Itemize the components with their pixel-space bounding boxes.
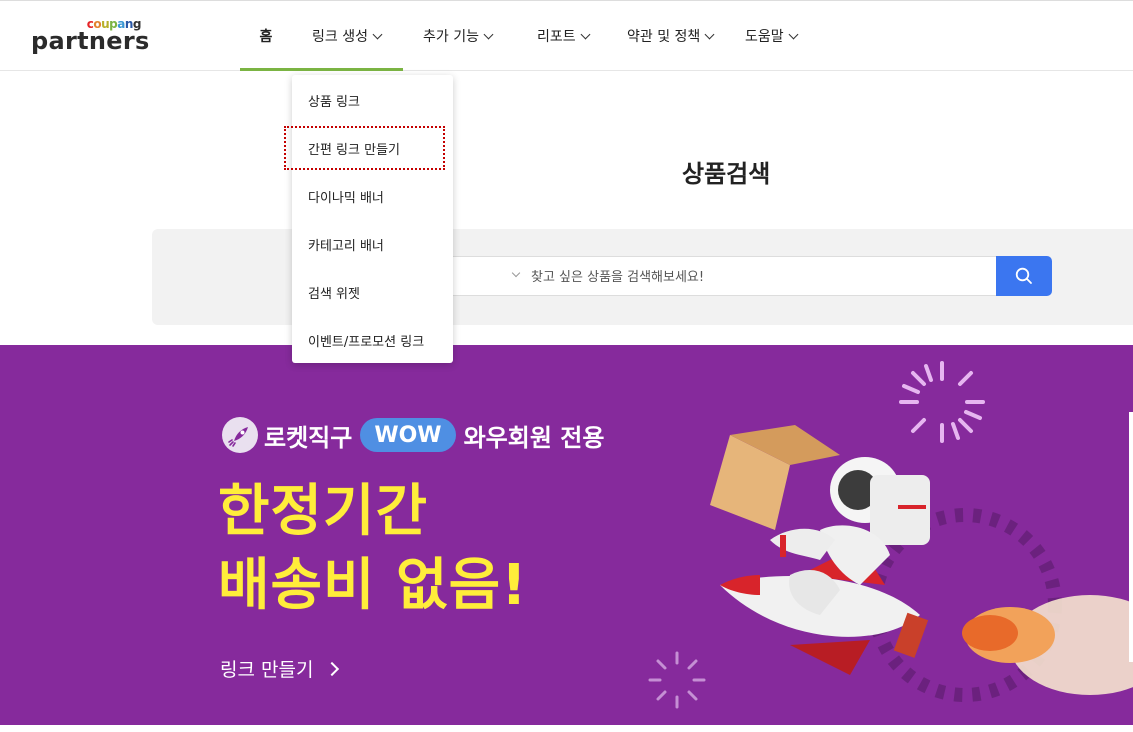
menu-item-search-widget[interactable]: 검색 위젯 [308, 283, 360, 302]
logo-partners-wordmark: partners [31, 27, 150, 55]
menu-item-product-link[interactable]: 상품 링크 [308, 91, 360, 110]
rocket-icon [222, 417, 258, 453]
chevron-right-icon [325, 661, 340, 676]
menu-item-dynamic-banner[interactable]: 다이나믹 배너 [308, 187, 384, 206]
top-header: coupang partners 홈 링크 생성 추가 기능 리포트 약관 및 … [0, 0, 1133, 71]
chevron-down-icon[interactable] [511, 268, 521, 278]
firework-icon [648, 651, 706, 709]
nav-home[interactable]: 홈 [240, 1, 292, 71]
chevron-down-icon [580, 29, 591, 39]
main-nav: 홈 링크 생성 추가 기능 리포트 약관 및 정책 도움말 [240, 1, 828, 71]
search-field[interactable] [440, 256, 997, 296]
coupang-partners-logo[interactable]: coupang partners [31, 15, 149, 57]
nav-report[interactable]: 리포트 [515, 1, 611, 71]
menu-item-category-banner[interactable]: 카테고리 배너 [308, 235, 384, 254]
search-input[interactable] [531, 266, 981, 288]
nav-help[interactable]: 도움말 [738, 1, 828, 71]
page-edge [1129, 412, 1133, 662]
wow-badge: WOW [360, 418, 456, 452]
search-button[interactable] [996, 256, 1052, 296]
search-title: 상품검색 [682, 160, 771, 188]
chevron-down-icon [483, 29, 494, 39]
make-link-button[interactable]: 링크 만들기 [220, 655, 340, 682]
banner-badge-row: 로켓직구 WOW 와우회원 전용 [222, 417, 604, 453]
link-create-dropdown: 상품 링크 간편 링크 만들기 다이나믹 배너 카테고리 배너 검색 위젯 이벤… [292, 75, 453, 363]
chevron-down-icon [788, 29, 799, 39]
banner-headline: 한정기간 배송비 없음! [218, 479, 528, 618]
nav-active-indicator [240, 68, 403, 71]
nav-link-create[interactable]: 링크 생성 [292, 1, 403, 71]
rocket-direct-label: 로켓직구 [264, 423, 353, 452]
search-icon [1015, 267, 1032, 284]
nav-extra-features[interactable]: 추가 기능 [403, 1, 515, 71]
firework-icon [899, 361, 985, 443]
menu-item-event-promo-link[interactable]: 이벤트/프로모션 링크 [308, 331, 424, 350]
chevron-down-icon [372, 29, 383, 39]
promo-banner[interactable]: 로켓직구 WOW 와우회원 전용 한정기간 배송비 없음! 링크 만들기 [0, 345, 1133, 725]
highlight-outline [284, 126, 445, 170]
nav-terms-policy[interactable]: 약관 및 정책 [611, 1, 738, 71]
astronaut-rocket-illustration [648, 361, 1133, 709]
member-only-label: 와우회원 전용 [463, 423, 605, 452]
chevron-down-icon [704, 29, 715, 39]
